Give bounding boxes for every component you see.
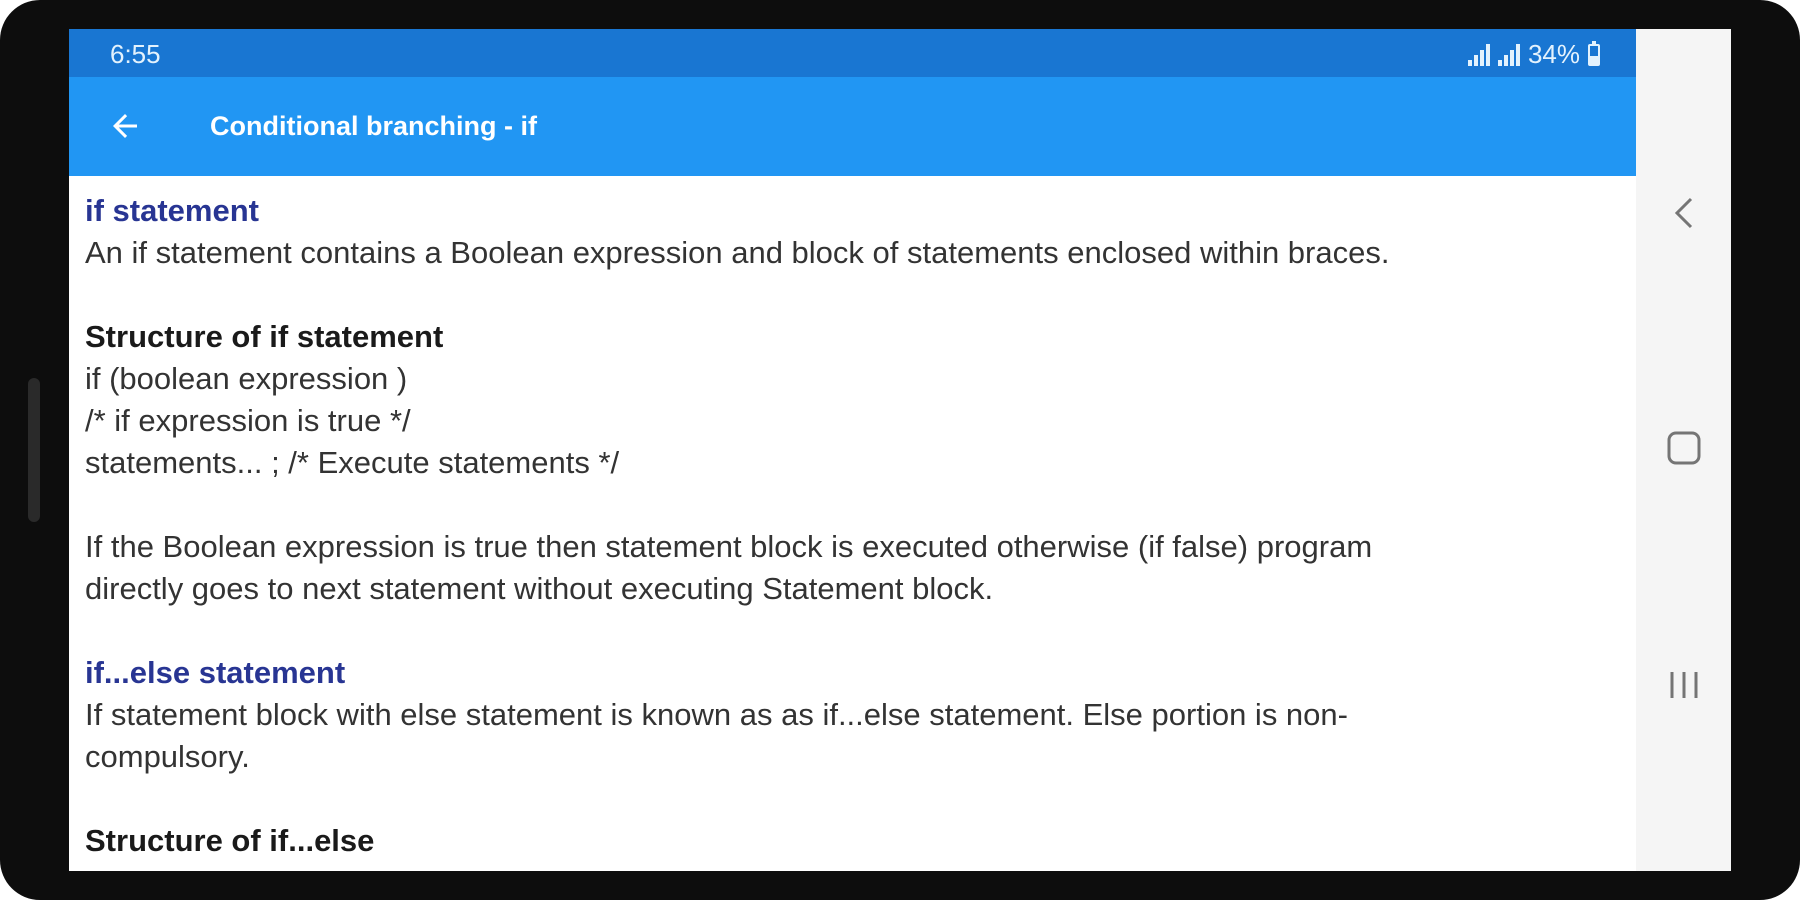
arrow-left-icon bbox=[113, 114, 137, 138]
code-line: /* if expression is true */ bbox=[85, 403, 411, 438]
device-frame: 6:55 34% Conditional branching - if if s… bbox=[0, 0, 1800, 900]
signal-icon bbox=[1497, 43, 1520, 66]
home-square-icon[interactable] bbox=[1660, 424, 1708, 472]
app-title: Conditional branching - if bbox=[210, 111, 537, 141]
code-line: if (boolean expression ) bbox=[85, 361, 408, 396]
device-side-button bbox=[28, 378, 40, 522]
if-else-heading: if...else statement bbox=[85, 655, 346, 690]
navigation-bar bbox=[1636, 29, 1731, 871]
if-statement-description: An if statement contains a Boolean expre… bbox=[85, 235, 1390, 270]
battery-percent: 34% bbox=[1527, 39, 1580, 69]
back-button[interactable] bbox=[103, 104, 147, 148]
signal-icon bbox=[1467, 43, 1490, 66]
if-explanation-line: directly goes to next statement without … bbox=[85, 571, 994, 606]
if-explanation-line: If the Boolean expression is true then s… bbox=[85, 529, 1373, 564]
status-icons: 34% bbox=[1467, 39, 1600, 70]
if-statement-heading: if statement bbox=[85, 193, 259, 228]
app-bar: Conditional branching - if bbox=[69, 77, 1636, 176]
back-chevron-icon[interactable] bbox=[1660, 189, 1708, 237]
battery-icon bbox=[1588, 40, 1600, 66]
if-else-description-line: compulsory. bbox=[85, 739, 250, 774]
code-line: statements... ; /* Execute statements */ bbox=[85, 445, 620, 480]
if-else-description-line: If statement block with else statement i… bbox=[85, 697, 1348, 732]
screen: 6:55 34% Conditional branching - if if s… bbox=[69, 29, 1731, 871]
status-bar: 6:55 34% bbox=[69, 29, 1636, 77]
status-time: 6:55 bbox=[110, 39, 161, 69]
content-body: if statement An if statement contains a … bbox=[85, 176, 1625, 871]
if-structure-heading: Structure of if statement bbox=[85, 319, 444, 354]
if-else-structure-heading: Structure of if...else bbox=[85, 823, 375, 858]
recents-icon[interactable] bbox=[1660, 661, 1708, 709]
